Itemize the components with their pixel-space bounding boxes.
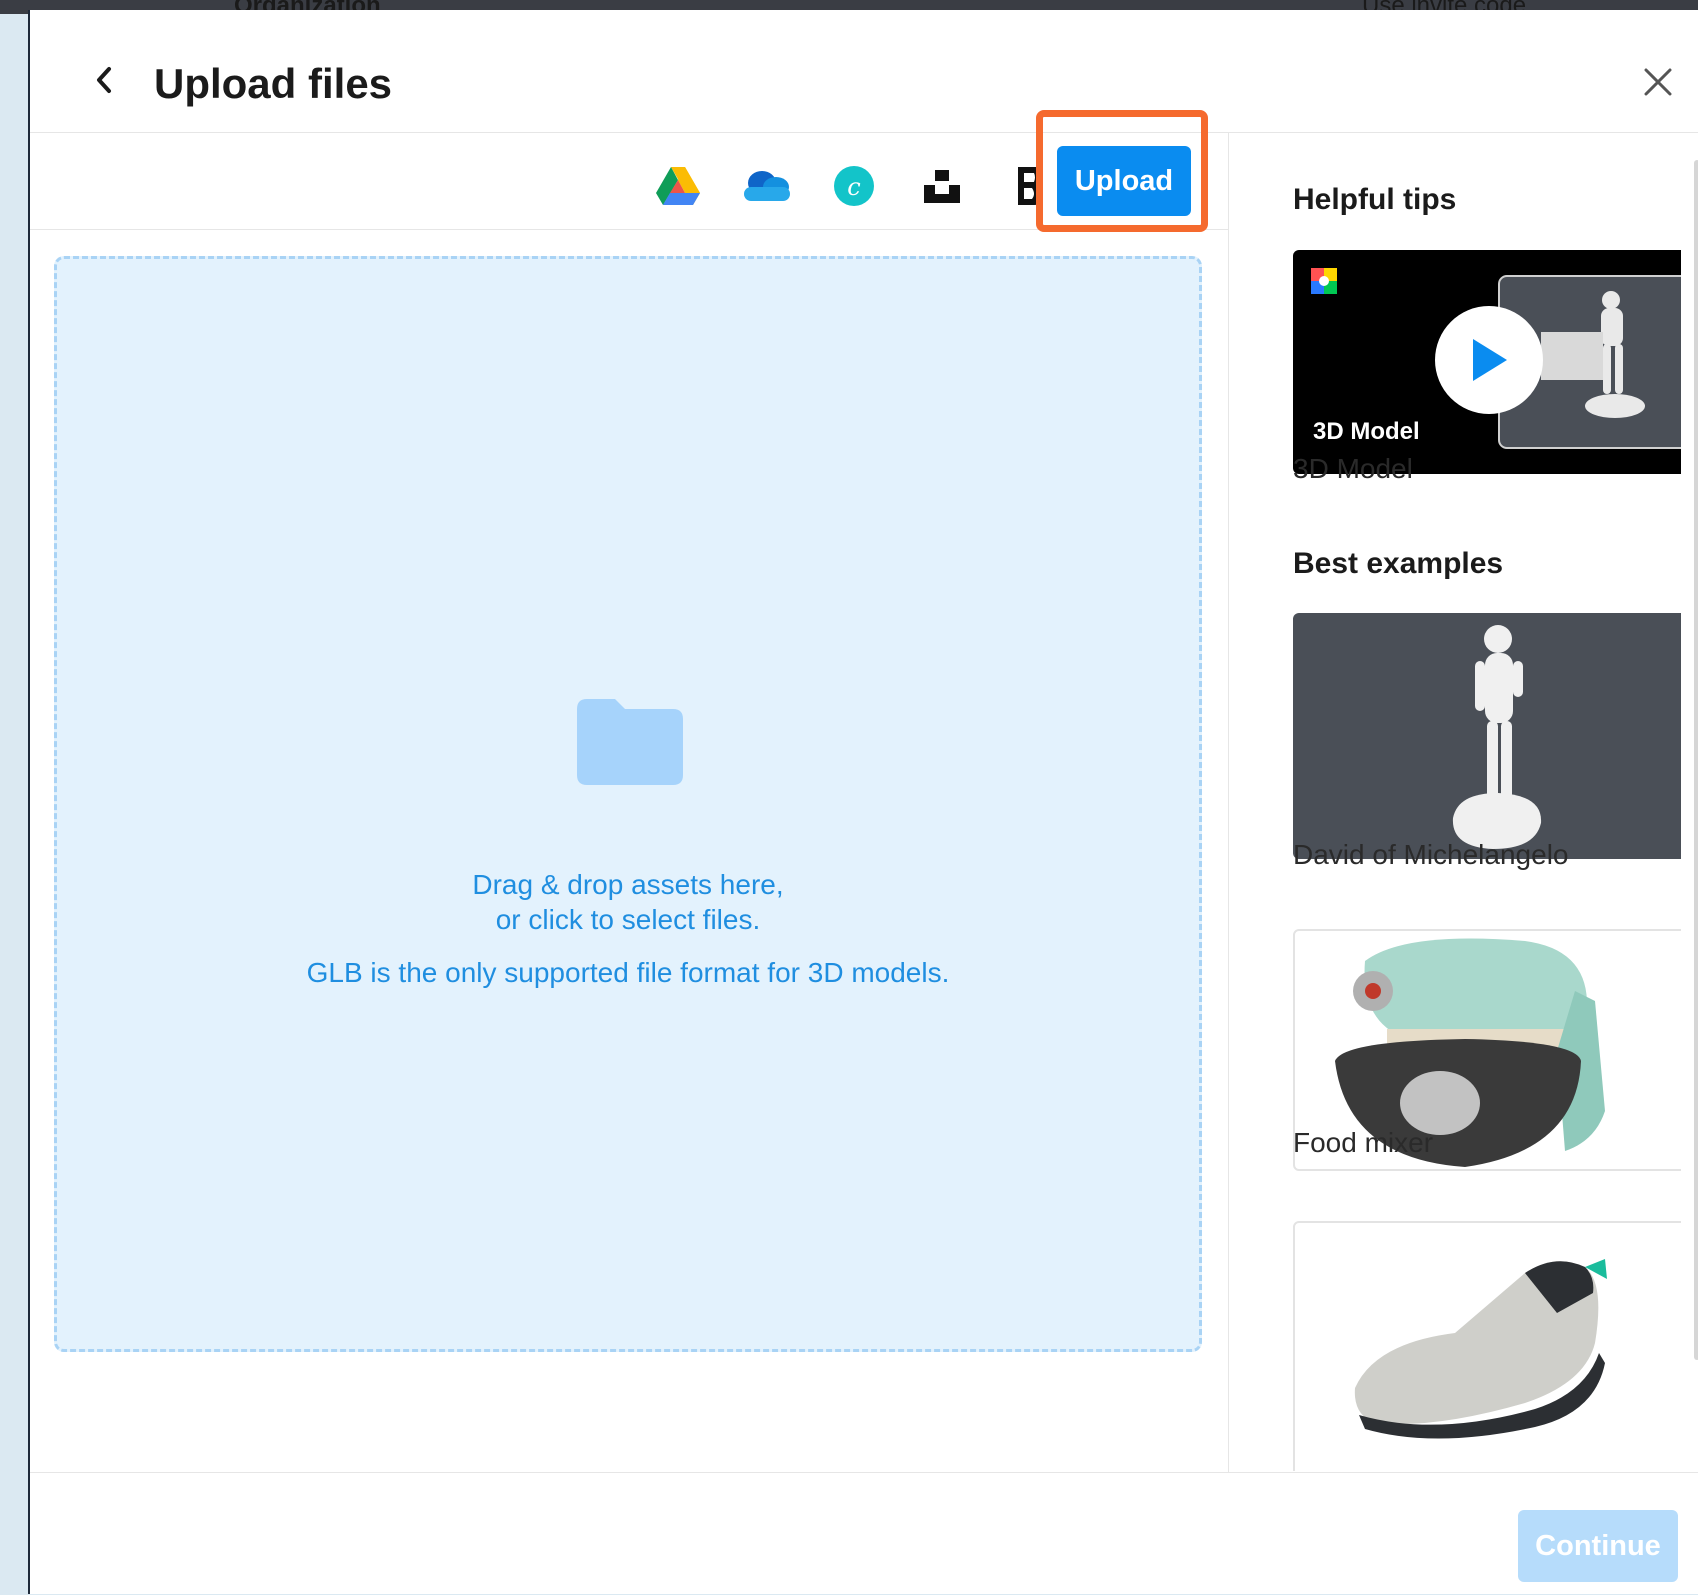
colorful-logo-icon [1311,268,1337,294]
close-icon [1644,68,1672,96]
onedrive-icon [744,171,790,201]
file-dropzone[interactable]: Drag & drop assets here, or click to sel… [54,256,1202,1352]
canva-icon: c [834,166,874,206]
example-thumbnail-shoe[interactable] [1293,1221,1681,1471]
play-icon [1473,339,1507,381]
sidebar-scrollbar[interactable] [1694,160,1698,1360]
example-thumbnail-david[interactable] [1293,613,1681,859]
unsplash-icon [924,170,960,203]
dropzone-line-2: or click to select files. [495,904,761,935]
google-drive-button[interactable] [650,163,706,209]
close-button[interactable] [1634,58,1682,106]
chevron-left-icon [97,67,111,93]
modal-footer [30,1472,1698,1595]
upload-button[interactable]: Upload [1057,146,1191,216]
tips-sidebar: Helpful tips 3D Model 3D Model Best exam… [1229,133,1681,1471]
tip-video-overlay-label: 3D Model [1313,418,1420,445]
example-caption-mixer: Food mixer [1293,1127,1434,1158]
dropzone-format-note: GLB is the only supported file format fo… [306,957,950,988]
shoe-image [1354,1259,1607,1439]
dropzone-line-1: Drag & drop assets here, [472,869,784,900]
helpful-tips-heading: Helpful tips [1293,183,1457,216]
google-drive-icon [656,167,700,205]
modal-header: Upload files [30,10,1698,133]
tip-video-thumbnail[interactable]: 3D Model [1293,250,1681,474]
play-button[interactable] [1435,306,1543,414]
statue-image [1452,625,1542,849]
example-caption-david: David of Michelangelo [1293,839,1569,870]
continue-button[interactable]: Continue [1518,1510,1678,1582]
svg-text:c: c [847,173,860,201]
back-button[interactable] [80,56,128,104]
canva-button[interactable]: c [826,163,882,209]
onedrive-button[interactable] [738,163,794,209]
upload-modal: Upload files c Upload Drag & drop assets… [28,10,1698,1594]
best-examples-heading: Best examples [1293,547,1504,580]
modal-title: Upload files [154,60,393,107]
folder-icon [577,699,683,785]
tip-caption: 3D Model [1293,453,1413,484]
unsplash-button[interactable] [914,163,970,209]
